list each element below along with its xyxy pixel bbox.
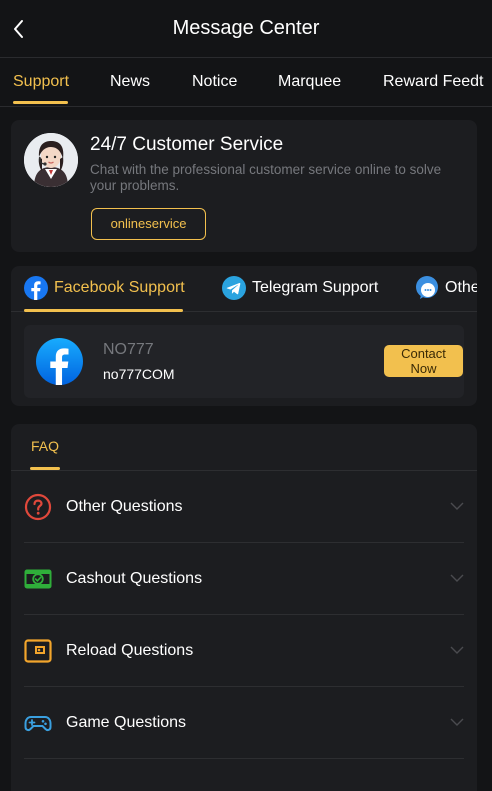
- telegram-icon: [222, 276, 246, 300]
- page-title: Message Center: [172, 17, 320, 39]
- contact-id: no777COM: [103, 366, 175, 382]
- social-support-card: Facebook Support Telegram Support Othe N…: [11, 266, 477, 406]
- tab-reward-feedback[interactable]: Reward Feedt: [383, 73, 484, 91]
- active-social-tab-indicator: [24, 309, 183, 312]
- tab-facebook-support[interactable]: Facebook Support: [24, 275, 185, 301]
- faq-item-reload-questions[interactable]: Reload Questions: [24, 615, 464, 687]
- cashout-icon: [24, 569, 52, 589]
- faq-item-label: Cashout Questions: [66, 570, 203, 587]
- chevron-down-icon: [450, 574, 464, 582]
- tab-marquee[interactable]: Marquee: [278, 73, 341, 91]
- tab-faq[interactable]: FAQ: [31, 438, 59, 454]
- tab-other-support[interactable]: Othe: [415, 275, 477, 301]
- header: Message Center: [0, 0, 492, 58]
- tab-news[interactable]: News: [110, 73, 150, 91]
- contact-button-line2: Now: [410, 361, 437, 376]
- question-circle-icon: [24, 493, 52, 521]
- faq-item-game-questions[interactable]: Game Questions: [24, 687, 464, 759]
- social-tabs: Facebook Support Telegram Support Othe: [11, 266, 477, 312]
- faq-item-label: Reload Questions: [66, 642, 194, 659]
- online-service-button[interactable]: onlineservice: [91, 208, 206, 240]
- chevron-down-icon: [450, 646, 464, 654]
- top-tabs: Support News Notice Marquee Reward Feedt: [0, 59, 492, 107]
- customer-service-description: Chat with the professional customer serv…: [90, 162, 442, 193]
- facebook-icon: [36, 338, 83, 385]
- telegram-tab-label: Telegram Support: [252, 279, 379, 296]
- faq-item-other-questions[interactable]: Other Questions: [24, 471, 464, 543]
- wallet-icon: [24, 639, 52, 663]
- contact-row: NO777 no777COM Contact Now: [24, 325, 464, 398]
- active-tab-indicator: [13, 101, 68, 104]
- contact-now-button[interactable]: Contact Now: [384, 345, 463, 377]
- gamepad-icon: [24, 716, 52, 732]
- faq-card: FAQ Other Questions Cashout Questions Re…: [11, 424, 477, 791]
- faq-item-label: Game Questions: [66, 714, 187, 731]
- avatar: [24, 133, 78, 187]
- facebook-tab-label: Facebook Support: [54, 279, 185, 296]
- customer-service-title: 24/7 Customer Service: [90, 134, 284, 155]
- chevron-down-icon: [450, 502, 464, 510]
- chevron-down-icon: [450, 718, 464, 726]
- customer-service-card: 24/7 Customer Service Chat with the prof…: [11, 120, 477, 252]
- other-tab-label: Othe: [445, 279, 477, 296]
- contact-button-line1: Contact: [401, 346, 446, 361]
- faq-item-label: Other Questions: [66, 498, 183, 515]
- facebook-icon: [24, 276, 48, 300]
- tab-support[interactable]: Support: [13, 73, 69, 91]
- contact-name: NO777: [103, 341, 154, 358]
- tab-notice[interactable]: Notice: [192, 73, 237, 91]
- faq-item-cashout-questions[interactable]: Cashout Questions: [24, 543, 464, 615]
- tab-telegram-support[interactable]: Telegram Support: [222, 275, 378, 301]
- chat-bubble-icon: [416, 276, 438, 299]
